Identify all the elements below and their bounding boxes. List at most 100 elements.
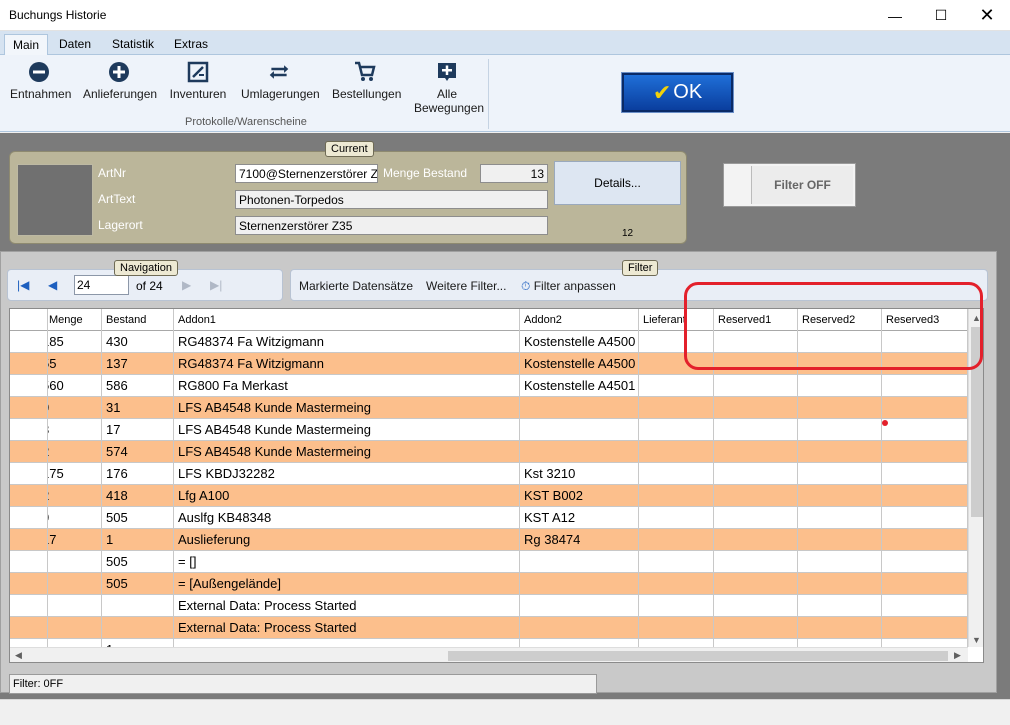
cell-reserved2[interactable] [798,463,882,484]
cell-lieferant[interactable] [639,375,714,396]
cell-lieferant[interactable] [639,595,714,616]
cell-reserved3[interactable] [882,463,968,484]
table-row[interactable]: 560586RG800 Fa MerkastKostenstelle A4501 [10,375,968,397]
cell-reserved3[interactable] [882,551,968,572]
details-button[interactable]: Details... [554,161,681,205]
cell-reserved1[interactable] [714,551,798,572]
column-header-lieferant[interactable]: Lieferant [639,309,714,331]
row-header-cell[interactable] [10,331,48,352]
cell-addon1[interactable]: RG48374 Fa Witzigmann [174,331,520,352]
cell-bestand[interactable]: 430 [102,331,174,352]
cell-reserved2[interactable] [798,485,882,506]
cell-bestand[interactable]: 418 [102,485,174,506]
row-header-cell[interactable] [10,617,48,638]
adjust-filter-button[interactable]: ⏱ Filter anpassen [521,279,616,294]
cell-reserved1[interactable] [714,507,798,528]
cell-reserved3[interactable] [882,595,968,616]
column-header-reserved1[interactable]: Reserved1 [714,309,798,331]
row-header-cell[interactable] [10,551,48,572]
lagerort-field[interactable]: Sternenzerstörer Z35 [235,216,548,235]
cell-addon1[interactable]: External Data: Process Started [174,617,520,638]
cell-menge[interactable]: 9 [48,507,102,528]
bestellungen-button[interactable]: Bestellungen [332,61,401,101]
cell-reserved1[interactable] [714,617,798,638]
cell-reserved1[interactable] [714,441,798,462]
cell-menge[interactable]: 2 [48,441,102,462]
cell-menge[interactable] [48,551,102,572]
entnahmen-button[interactable]: Entnahmen [10,61,71,101]
cell-addon1[interactable]: LFS KBDJ32282 [174,463,520,484]
cell-bestand[interactable]: 17 [102,419,174,440]
first-page-icon[interactable]: |◀ [17,278,29,292]
cell-bestand[interactable] [102,617,174,638]
cell-reserved1[interactable] [714,485,798,506]
cell-reserved3[interactable] [882,507,968,528]
page-number-input[interactable] [74,275,129,295]
cell-addon2[interactable]: Kostenstelle A4500 [520,331,639,352]
tab-main[interactable]: Main [4,34,49,55]
cell-reserved2[interactable] [798,617,882,638]
cell-bestand[interactable]: 31 [102,397,174,418]
cell-reserved1[interactable] [714,397,798,418]
cell-addon2[interactable] [520,551,639,572]
cell-reserved3[interactable] [882,353,968,374]
tab-statistik[interactable]: Statistik [104,34,162,55]
cell-bestand[interactable] [102,595,174,616]
prev-page-icon[interactable]: ◀ [48,278,57,292]
cell-reserved2[interactable] [798,419,882,440]
table-row[interactable]: 55137RG48374 Fa WitzigmannKostenstelle A… [10,353,968,375]
cell-bestand[interactable]: 176 [102,463,174,484]
cell-menge[interactable]: 175 [48,463,102,484]
cell-addon1[interactable]: Auslieferung [174,529,520,550]
ok-button[interactable]: ✔ OK [621,72,734,113]
cell-addon2[interactable] [520,441,639,462]
column-header-addon1[interactable]: Addon1 [174,309,520,331]
scroll-left-icon[interactable]: ◀ [15,650,22,661]
scroll-right-icon[interactable]: ▶ [954,650,961,661]
cell-addon1[interactable]: LFS AB4548 Kunde Mastermeing [174,397,520,418]
cell-addon1[interactable]: RG800 Fa Merkast [174,375,520,396]
cell-reserved3[interactable] [882,375,968,396]
cell-addon2[interactable] [520,573,639,594]
cell-reserved3[interactable] [882,529,968,550]
last-page-icon[interactable]: ▶| [210,278,222,292]
table-row[interactable]: External Data: Process Started [10,595,968,617]
cell-addon2[interactable]: KST B002 [520,485,639,506]
cell-bestand[interactable]: 505 [102,573,174,594]
cell-addon2[interactable] [520,595,639,616]
cell-reserved1[interactable] [714,419,798,440]
filter-toggle[interactable]: Filter OFF [723,163,856,207]
cell-reserved3[interactable] [882,331,968,352]
cell-reserved1[interactable] [714,595,798,616]
vertical-scroll-thumb[interactable] [971,327,983,517]
cell-reserved1[interactable] [714,463,798,484]
table-row[interactable]: 317LFS AB4548 Kunde Mastermeing [10,419,968,441]
cell-menge[interactable] [48,595,102,616]
cell-addon2[interactable]: Kst 3210 [520,463,639,484]
horizontal-scrollbar[interactable]: ◀ ▶ [10,647,968,662]
cell-reserved2[interactable] [798,397,882,418]
cell-lieferant[interactable] [639,529,714,550]
cell-menge[interactable]: 17 [48,529,102,550]
cell-menge[interactable] [48,617,102,638]
cell-addon1[interactable]: = [Außengelände] [174,573,520,594]
cell-reserved3[interactable] [882,617,968,638]
column-header-addon2[interactable]: Addon2 [520,309,639,331]
cell-addon1[interactable]: LFS AB4548 Kunde Mastermeing [174,419,520,440]
cell-lieferant[interactable] [639,353,714,374]
tab-daten[interactable]: Daten [51,34,99,55]
cell-addon2[interactable] [520,617,639,638]
table-row[interactable]: 185430RG48374 Fa WitzigmannKostenstelle … [10,331,968,353]
row-header-cell[interactable] [10,463,48,484]
row-header-cell[interactable] [10,595,48,616]
row-header-cell[interactable] [10,529,48,550]
minimize-button[interactable]: — [872,0,918,31]
cell-menge[interactable]: 185 [48,331,102,352]
scroll-down-icon[interactable]: ▼ [972,635,981,645]
cell-reserved3[interactable] [882,397,968,418]
arttext-field[interactable]: Photonen-Torpedos [235,190,548,209]
next-page-icon[interactable]: ▶ [182,278,191,292]
cell-reserved1[interactable] [714,375,798,396]
anlieferungen-button[interactable]: Anlieferungen [83,61,157,101]
table-row[interactable]: External Data: Process Started [10,617,968,639]
